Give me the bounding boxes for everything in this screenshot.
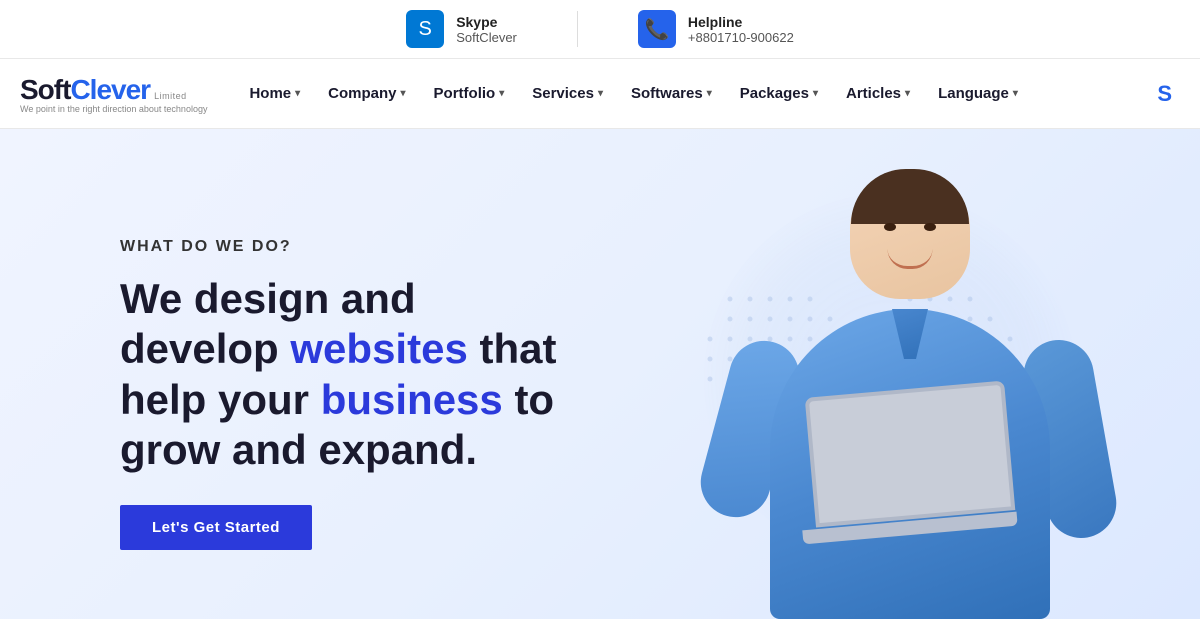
chevron-down-icon: ▾	[499, 88, 504, 99]
nav-label-company: Company	[328, 85, 396, 102]
nav-item-home[interactable]: Home ▾	[237, 77, 312, 110]
skype-icon: S	[406, 10, 444, 48]
chevron-down-icon: ▾	[813, 88, 818, 99]
nav-label-home: Home	[249, 85, 291, 102]
navbar: SoftClever Limited We point in the right …	[0, 59, 1200, 129]
hero-content: WHAT DO WE DO? We design and develop web…	[0, 198, 620, 591]
nav-item-services[interactable]: Services ▾	[520, 77, 615, 110]
chevron-down-icon: ▾	[707, 88, 712, 99]
logo[interactable]: SoftClever Limited We point in the right …	[20, 74, 207, 114]
chevron-down-icon: ▾	[905, 88, 910, 99]
skype-value: SoftClever	[456, 30, 517, 45]
logo-soft: Soft	[20, 74, 70, 106]
hero-section: WHAT DO WE DO? We design and develop web…	[0, 129, 1200, 619]
helpline-value: +8801710-900622	[688, 30, 794, 45]
nav-item-portfolio[interactable]: Portfolio ▾	[422, 77, 517, 110]
logo-limited: Limited	[154, 91, 187, 101]
nav-item-softwares[interactable]: Softwares ▾	[619, 77, 724, 110]
helpline-contact: 📞 Helpline +8801710-900622	[638, 10, 794, 48]
hero-person-image	[700, 169, 1120, 619]
nav-label-packages: Packages	[740, 85, 809, 102]
nav-item-articles[interactable]: Articles ▾	[834, 77, 922, 110]
nav-item-packages[interactable]: Packages ▾	[728, 77, 830, 110]
nav-label-articles: Articles	[846, 85, 901, 102]
logo-tagline: We point in the right direction about te…	[20, 104, 207, 114]
nav-label-services: Services	[532, 85, 594, 102]
helpline-label: Helpline	[688, 14, 794, 30]
helpline-icon: 📞	[638, 10, 676, 48]
hero-cta-button[interactable]: Let's Get Started	[120, 505, 312, 550]
nav-item-company[interactable]: Company ▾	[316, 77, 417, 110]
logo-main: SoftClever Limited	[20, 74, 207, 106]
chevron-down-icon: ▾	[295, 88, 300, 99]
nav-item-language[interactable]: Language ▾	[926, 77, 1030, 110]
helpline-text: Helpline +8801710-900622	[688, 14, 794, 45]
skype-text: Skype SoftClever	[456, 14, 517, 45]
hero-title: We design and develop websites that help…	[120, 274, 580, 476]
nav-label-softwares: Softwares	[631, 85, 703, 102]
hero-title-highlight1: websites	[290, 325, 467, 372]
nav-items: Home ▾ Company ▾ Portfolio ▾ Services ▾ …	[237, 77, 1149, 110]
nav-label-portfolio: Portfolio	[434, 85, 496, 102]
nav-label-language: Language	[938, 85, 1009, 102]
topbar: S Skype SoftClever 📞 Helpline +8801710-9…	[0, 0, 1200, 59]
topbar-divider	[577, 11, 578, 47]
chevron-down-icon: ▾	[598, 88, 603, 99]
skype-contact: S Skype SoftClever	[406, 10, 517, 48]
hero-title-highlight2: business	[321, 376, 503, 423]
skype-label: Skype	[456, 14, 517, 30]
person-shape	[700, 169, 1120, 619]
chevron-down-icon: ▾	[401, 88, 406, 99]
nav-search-button[interactable]: S	[1149, 73, 1180, 115]
logo-clever: Clever	[70, 74, 150, 106]
chevron-down-icon: ▾	[1013, 88, 1018, 99]
hero-subtitle: WHAT DO WE DO?	[120, 238, 580, 256]
